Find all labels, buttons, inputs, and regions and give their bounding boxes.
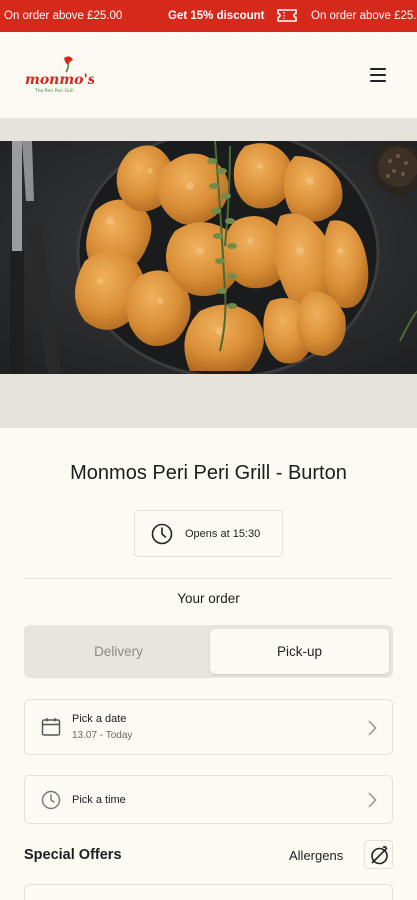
allergen-wheat-icon <box>371 846 388 865</box>
allergens-link[interactable]: Allergens <box>289 848 343 863</box>
clock-icon <box>151 523 173 545</box>
pick-date-button[interactable]: Pick a date 13.07 - Today <box>24 699 393 755</box>
allergens-button[interactable] <box>364 840 393 869</box>
special-offer-card[interactable] <box>24 884 393 900</box>
promo-text-min-order: On order above £25.00 <box>4 10 123 22</box>
promo-banner: On order above £25.00 Get 15% discount O… <box>0 0 417 32</box>
opening-hours-text: Opens at 15:30 <box>185 528 261 540</box>
pick-time-label: Pick a time <box>72 794 126 806</box>
clock-icon <box>41 790 61 810</box>
promo-text-discount: Get 15% discount <box>168 10 265 22</box>
divider <box>24 578 393 579</box>
svg-text:monmo's: monmo's <box>25 72 94 88</box>
hero-top-strip <box>0 118 417 141</box>
chevron-right-icon <box>368 720 377 736</box>
your-order-heading: Your order <box>177 591 240 606</box>
order-type-toggle: Delivery Pick-up <box>24 625 393 678</box>
ticket-icon <box>277 9 297 22</box>
svg-text:The Peri Peri Grill: The Peri Peri Grill <box>34 88 74 94</box>
delivery-option[interactable]: Delivery <box>28 629 209 674</box>
special-offers-heading: Special Offers <box>24 847 122 863</box>
chevron-right-icon <box>368 792 377 808</box>
promo-text-min-order-repeat: On order above £25.00 <box>311 10 417 22</box>
monmos-logo[interactable]: monmo's The Peri Peri Grill <box>24 54 94 98</box>
pick-time-button[interactable]: Pick a time <box>24 775 393 824</box>
site-header: monmo's The Peri Peri Grill <box>0 32 417 118</box>
pick-date-label: Pick a date <box>72 713 127 725</box>
restaurant-name: Monmos Peri Peri Grill - Burton <box>70 462 347 484</box>
opening-hours-badge: Opens at 15:30 <box>134 510 283 557</box>
hero-image <box>0 141 417 374</box>
pick-date-value: 13.07 - Today <box>72 730 133 741</box>
hero-bottom-strip <box>0 374 417 428</box>
pickup-option[interactable]: Pick-up <box>210 629 389 674</box>
hamburger-menu-button[interactable] <box>365 64 391 86</box>
calendar-icon <box>41 718 61 736</box>
